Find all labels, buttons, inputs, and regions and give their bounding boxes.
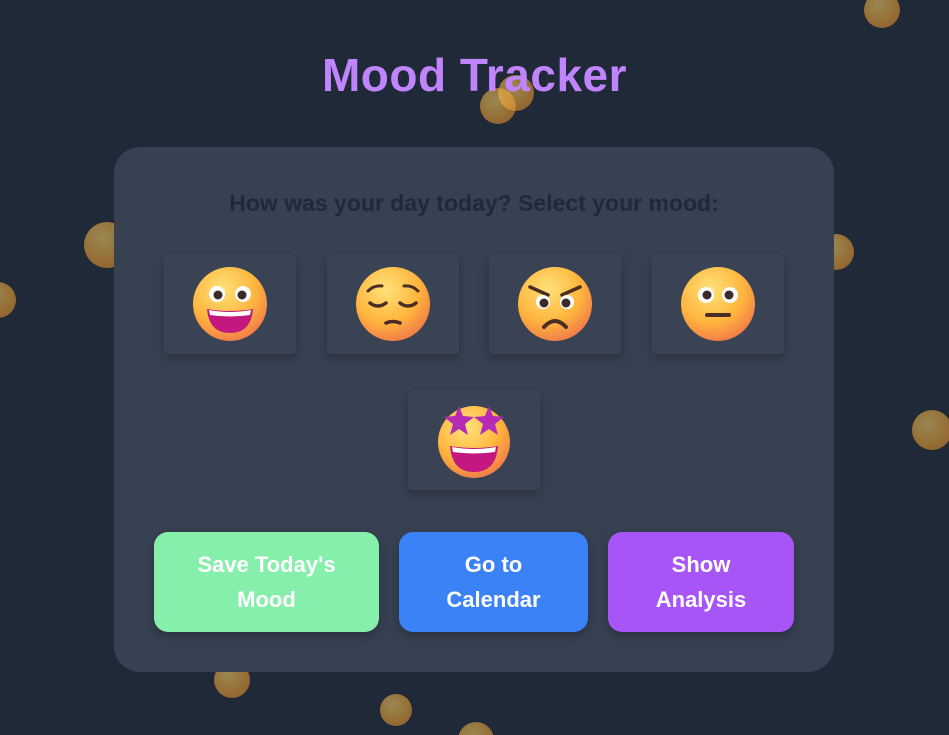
show-analysis-label: Show Analysis (655, 552, 747, 612)
page-title: Mood Tracker (321, 49, 628, 101)
save-mood-label: Save Today's Mood (197, 552, 336, 612)
mood-prompt: How was your day today? Select your mood… (229, 190, 719, 216)
angry-face-icon (518, 267, 592, 341)
floating-emoji-icon (0, 282, 16, 318)
floating-emoji-icon (458, 722, 494, 735)
mood-option-sad[interactable] (327, 254, 459, 354)
pensive-face-icon (356, 267, 430, 341)
show-analysis-button[interactable]: Show Analysis (608, 532, 794, 632)
mood-option-neutral[interactable] (652, 254, 784, 354)
floating-emoji-icon (912, 410, 949, 450)
star-struck-face-icon (438, 406, 510, 478)
mood-card: How was your day today? Select your mood… (114, 147, 834, 672)
mood-option-angry[interactable] (489, 254, 621, 354)
go-to-calendar-label: Go to Calendar (446, 552, 541, 612)
neutral-face-icon (681, 267, 755, 341)
mood-option-excited[interactable] (408, 390, 540, 490)
mood-option-happy[interactable] (164, 254, 296, 354)
floating-emoji-icon (864, 0, 900, 28)
save-mood-button[interactable]: Save Today's Mood (154, 532, 379, 632)
grinning-face-icon (193, 267, 267, 341)
app-root: Mood Tracker How was your day today? Sel… (0, 0, 949, 735)
go-to-calendar-button[interactable]: Go to Calendar (399, 532, 588, 632)
floating-emoji-icon (380, 694, 412, 726)
